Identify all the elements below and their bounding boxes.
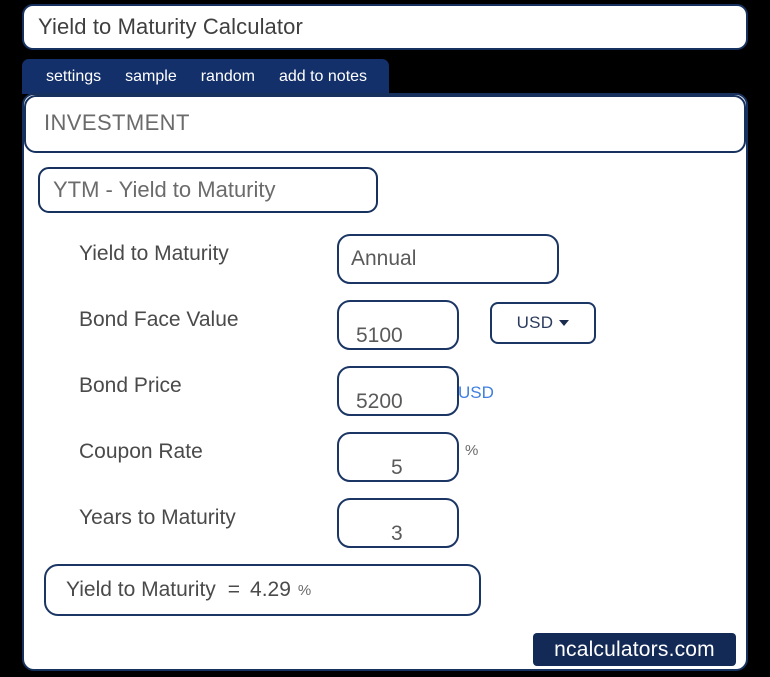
field-bond-price[interactable]: 5200 xyxy=(337,366,459,416)
field-coupon-rate[interactable]: 5 xyxy=(337,432,459,482)
page-title: Yield to Maturity Calculator xyxy=(38,14,303,40)
result-value: 4.29 xyxy=(250,578,291,602)
form-row-yield-to-maturity: Yield to Maturity Annual xyxy=(24,230,746,296)
tab-sample[interactable]: sample xyxy=(113,59,189,94)
section-title: INVESTMENT xyxy=(44,110,190,136)
calculator-type-selector[interactable]: YTM - Yield to Maturity xyxy=(38,167,378,213)
field-value-coupon-rate: 5 xyxy=(391,456,403,480)
chevron-down-icon xyxy=(559,320,569,326)
row-label-yield-to-maturity: Yield to Maturity xyxy=(79,242,229,266)
calculator-panel: INVESTMENT YTM - Yield to Maturity Yield… xyxy=(22,93,748,671)
title-bar: Yield to Maturity Calculator xyxy=(22,4,748,50)
tab-settings[interactable]: settings xyxy=(34,59,113,94)
calculator-type-value: YTM - Yield to Maturity xyxy=(53,177,276,203)
watermark-badge: ncalculators.com xyxy=(533,633,736,666)
field-bond-face-value[interactable]: 5100 xyxy=(337,300,459,350)
field-value-bond-price: 5200 xyxy=(356,390,403,414)
form-row-bond-face-value: Bond Face Value 5100 USD xyxy=(24,296,746,362)
currency-label-bond-price[interactable]: USD xyxy=(458,383,494,403)
row-label-bond-face-value: Bond Face Value xyxy=(79,308,239,332)
result-equals-sign: = xyxy=(228,578,240,602)
tab-add-to-notes[interactable]: add to notes xyxy=(267,59,379,94)
percent-suffix-coupon-rate: % xyxy=(465,442,478,459)
tab-bar: settings sample random add to notes xyxy=(22,59,389,94)
tab-random[interactable]: random xyxy=(189,59,267,94)
result-label: Yield to Maturity xyxy=(66,578,216,602)
result-box: Yield to Maturity = 4.29 % xyxy=(44,564,481,616)
form-row-coupon-rate: Coupon Rate 5 % xyxy=(24,428,746,494)
field-years-to-maturity[interactable]: 3 xyxy=(337,498,459,548)
field-value-bond-face-value: 5100 xyxy=(356,324,403,348)
field-yield-to-maturity[interactable]: Annual xyxy=(337,234,559,284)
field-value-years-to-maturity: 3 xyxy=(391,522,403,546)
form-row-bond-price: Bond Price 5200 USD xyxy=(24,362,746,428)
currency-dropdown-label: USD xyxy=(517,313,554,333)
currency-dropdown-button[interactable]: USD xyxy=(490,302,596,344)
row-label-bond-price: Bond Price xyxy=(79,374,182,398)
field-value-yield-to-maturity: Annual xyxy=(351,247,416,271)
result-unit: % xyxy=(298,582,311,599)
form-row-years-to-maturity: Years to Maturity 3 xyxy=(24,494,746,560)
row-label-coupon-rate: Coupon Rate xyxy=(79,440,203,464)
investment-header-card: INVESTMENT xyxy=(24,95,746,153)
watermark-text: ncalculators.com xyxy=(554,638,715,662)
row-label-years-to-maturity: Years to Maturity xyxy=(79,506,236,530)
